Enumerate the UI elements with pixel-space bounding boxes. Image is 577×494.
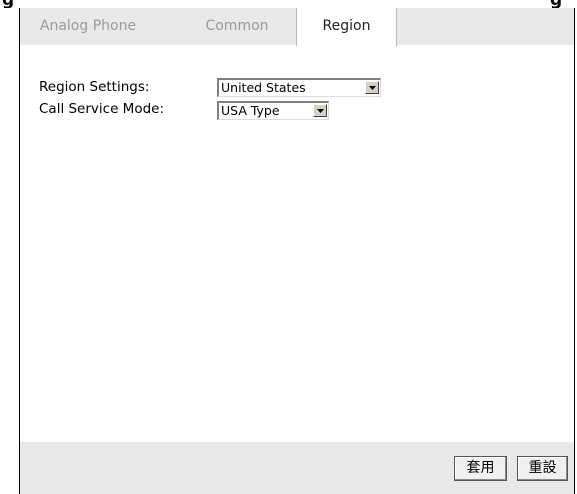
region-settings-label: Region Settings:	[39, 79, 150, 95]
tab-common[interactable]: Common	[182, 8, 292, 45]
apply-button[interactable]: 套用	[454, 456, 507, 481]
tab-analog-phone[interactable]: Analog Phone	[20, 8, 156, 45]
button-bar: 套用 重設	[20, 442, 574, 494]
region-panel: Analog Phone Common Region Region Settin…	[19, 8, 575, 494]
chevron-down-icon[interactable]	[365, 81, 379, 94]
tab-region[interactable]: Region	[296, 8, 397, 46]
call-service-mode-label: Call Service Mode:	[39, 101, 165, 117]
region-settings-select[interactable]: United States	[217, 78, 381, 97]
region-settings-value: United States	[221, 80, 306, 95]
call-service-mode-value: USA Type	[221, 103, 280, 118]
clipped-heading: g g	[0, 0, 577, 8]
settings-content: Region Settings: United States Call Serv…	[20, 46, 574, 442]
chevron-down-icon[interactable]	[313, 104, 327, 117]
tab-bar: Analog Phone Common Region	[20, 8, 574, 46]
reset-button[interactable]: 重設	[517, 456, 568, 481]
call-service-mode-select[interactable]: USA Type	[217, 101, 329, 120]
